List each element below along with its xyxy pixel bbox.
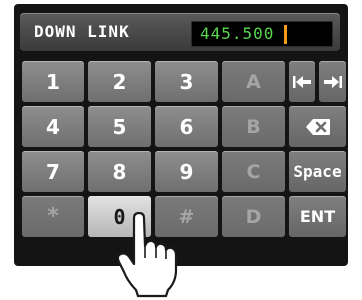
key-label: * <box>47 204 59 229</box>
key-label: 4 <box>46 114 60 139</box>
frequency-value: 445.500 <box>200 24 275 43</box>
key-label: A <box>246 70 261 93</box>
key-label: 7 <box>46 159 60 184</box>
key-2[interactable]: 2 <box>88 61 151 102</box>
key-1[interactable]: 1 <box>22 61 84 102</box>
cursor-right-icon <box>323 75 342 88</box>
space-label: Space <box>293 162 342 181</box>
cursor-right-button[interactable] <box>319 61 346 102</box>
key-label: 1 <box>46 69 60 94</box>
key-7[interactable]: 7 <box>22 151 84 192</box>
key-b[interactable]: B <box>222 106 285 147</box>
key-label: 9 <box>179 159 194 184</box>
key-asterisk[interactable]: * <box>22 196 84 237</box>
key-d[interactable]: D <box>222 196 285 237</box>
key-label: D <box>245 205 262 228</box>
key-label: 8 <box>112 159 127 184</box>
text-cursor <box>284 25 287 44</box>
frequency-input[interactable]: 445.500 <box>191 21 333 47</box>
key-label: C <box>246 160 261 183</box>
backspace-icon <box>305 118 330 135</box>
space-button[interactable]: Space <box>289 151 346 192</box>
enter-button[interactable]: ENT <box>289 196 346 237</box>
pointing-hand-icon <box>116 212 178 298</box>
key-4[interactable]: 4 <box>22 106 84 147</box>
key-label: B <box>246 115 261 138</box>
key-label: 2 <box>112 69 127 94</box>
ent-label: ENT <box>299 207 336 226</box>
key-8[interactable]: 8 <box>88 151 151 192</box>
key-a[interactable]: A <box>222 61 285 102</box>
key-5[interactable]: 5 <box>88 106 151 147</box>
cursor-left-button[interactable] <box>289 61 315 102</box>
key-label: 6 <box>179 114 194 139</box>
key-9[interactable]: 9 <box>155 151 218 192</box>
display-mode-label: DOWN LINK <box>34 22 130 41</box>
cursor-left-icon <box>293 75 311 88</box>
key-label: 5 <box>112 114 127 139</box>
key-3[interactable]: 3 <box>155 61 218 102</box>
key-6[interactable]: 6 <box>155 106 218 147</box>
key-label: 3 <box>179 69 194 94</box>
backspace-button[interactable] <box>289 106 346 147</box>
key-c[interactable]: C <box>222 151 285 192</box>
